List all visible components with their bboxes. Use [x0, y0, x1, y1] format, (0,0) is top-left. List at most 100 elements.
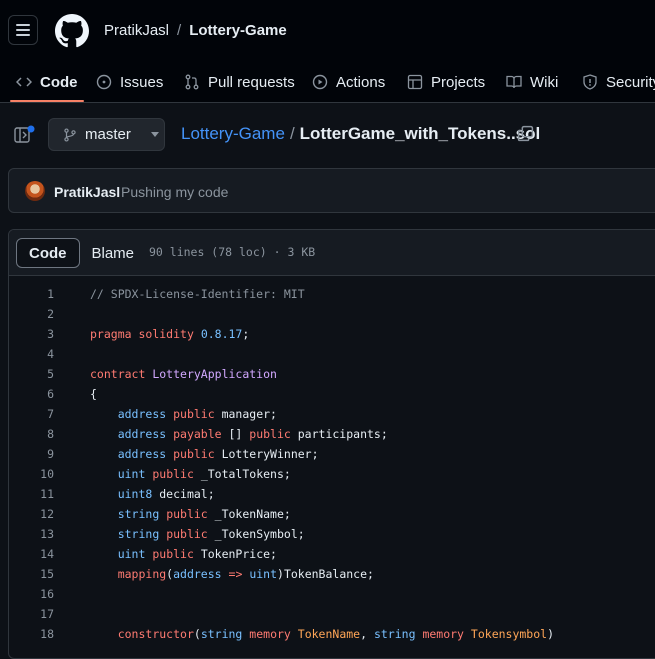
hamburger-icon-bar	[16, 34, 30, 36]
chevron-down-icon	[150, 132, 159, 137]
issue-opened-icon	[96, 74, 112, 90]
line-number[interactable]: 10	[40, 467, 54, 481]
owner-link[interactable]: PratikJasl	[104, 22, 169, 39]
line-number[interactable]: 9	[47, 447, 54, 461]
line-number[interactable]: 12	[40, 507, 54, 521]
code-line: 15 mapping(address => uint)TokenBalance;	[9, 564, 655, 584]
file-meta: 90 lines (78 loc) · 3 KB	[149, 245, 316, 259]
latest-commit-bar: PratikJasl Pushing my code	[8, 168, 655, 213]
book-icon	[506, 75, 522, 89]
line-number[interactable]: 14	[40, 547, 54, 561]
code-line: 3 pragma solidity 0.8.17;	[9, 324, 655, 344]
code-viewer-header: Code Blame 90 lines (78 loc) · 3 KB	[9, 230, 655, 276]
line-code: contract LotteryApplication	[90, 367, 277, 381]
line-code: uint public _TotalTokens;	[117, 467, 291, 481]
tab-label: Wiki	[530, 73, 559, 91]
line-code: {	[90, 387, 97, 401]
line-number[interactable]: 2	[47, 307, 54, 321]
tab-label: Code	[40, 73, 78, 91]
line-number[interactable]: 11	[40, 487, 54, 501]
code-line: 13 string public _TokenSymbol;	[9, 524, 655, 544]
line-number[interactable]: 8	[47, 427, 54, 441]
code-line: 18 constructor(string memory TokenName, …	[9, 624, 655, 644]
line-number[interactable]: 6	[47, 387, 54, 401]
path-separator: /	[289, 124, 295, 143]
branch-name: master	[85, 126, 131, 143]
repo-link[interactable]: Lottery-Game	[189, 22, 287, 39]
tab-pull-requests[interactable]: Pull requests	[184, 62, 295, 102]
line-number[interactable]: 4	[47, 347, 54, 361]
repo-breadcrumb: PratikJasl / Lottery-Game	[104, 22, 287, 39]
breadcrumb-separator: /	[177, 22, 182, 39]
code-icon	[16, 77, 32, 87]
repo-nav: Code Issues Pull requests Actions Projec…	[0, 62, 655, 103]
blame-view-button[interactable]: Blame	[80, 238, 147, 268]
table-icon	[407, 74, 423, 90]
line-code: mapping(address => uint)TokenBalance;	[117, 567, 374, 581]
branch-selector-button[interactable]: master	[48, 118, 165, 151]
github-logo-icon[interactable]	[55, 14, 89, 48]
line-code: string public _TokenName;	[117, 507, 291, 521]
code-line: 12 string public _TokenName;	[9, 504, 655, 524]
menu-button[interactable]	[8, 15, 38, 45]
hamburger-icon-bar	[16, 24, 30, 26]
tab-projects[interactable]: Projects	[407, 62, 485, 102]
code-line: 7 address public manager;	[9, 404, 655, 424]
git-branch-icon	[64, 127, 76, 142]
code-line: 14 uint public TokenPrice;	[9, 544, 655, 564]
code-line: 16	[9, 584, 655, 604]
tab-issues[interactable]: Issues	[96, 62, 163, 102]
view-toggle: Code Blame	[16, 238, 146, 268]
repo-root-link[interactable]: Lottery-Game	[181, 124, 285, 143]
line-code: uint8 decimal;	[117, 487, 215, 501]
code-lines: 1 // SPDX-License-Identifier: MIT 2 3 pragma…	[9, 284, 655, 644]
line-code: address payable [] public participants;	[117, 427, 388, 441]
code-view-button[interactable]: Code	[16, 238, 80, 268]
avatar[interactable]	[25, 181, 45, 201]
tab-label: Projects	[431, 73, 486, 91]
commit-author[interactable]: PratikJasl	[54, 184, 120, 200]
code-line: 1 // SPDX-License-Identifier: MIT	[9, 284, 655, 304]
tab-wiki[interactable]: Wiki	[506, 62, 558, 102]
line-number[interactable]: 1	[47, 287, 54, 301]
hamburger-icon-bar	[16, 29, 30, 31]
line-code: address public manager;	[117, 407, 277, 421]
line-number[interactable]: 17	[40, 607, 54, 621]
tab-label: Pull requests	[208, 73, 295, 91]
line-number[interactable]: 3	[47, 327, 54, 341]
copy-icon[interactable]	[517, 125, 534, 142]
line-code: uint public TokenPrice;	[117, 547, 277, 561]
code-line: 11 uint8 decimal;	[9, 484, 655, 504]
line-number[interactable]: 7	[47, 407, 54, 421]
tab-label: Issues	[120, 73, 164, 91]
line-code: constructor(string memory TokenName, str…	[117, 627, 555, 641]
line-code: pragma solidity 0.8.17;	[90, 327, 250, 341]
code-line: 2	[9, 304, 655, 324]
code-line: 8 address payable [] public participants…	[9, 424, 655, 444]
file-name: LotterGame_with_Tokens..sol	[299, 124, 541, 143]
git-pull-request-icon	[185, 74, 199, 90]
global-header: PratikJasl / Lottery-Game	[0, 0, 655, 62]
code-line: 17	[9, 604, 655, 624]
line-number[interactable]: 18	[40, 627, 54, 641]
tab-actions[interactable]: Actions	[312, 62, 385, 102]
code-line: 5 contract LotteryApplication	[9, 364, 655, 384]
code-viewer: Code Blame 90 lines (78 loc) · 3 KB 1 // …	[8, 229, 655, 659]
sidebar-expand-icon[interactable]	[14, 125, 36, 145]
commit-message[interactable]: Pushing my code	[121, 184, 228, 200]
code-line: 4	[9, 344, 655, 364]
line-number[interactable]: 5	[47, 367, 54, 381]
line-code: string public _TokenSymbol;	[117, 527, 305, 541]
code-line: 10 uint public _TotalTokens;	[9, 464, 655, 484]
line-code: address public LotteryWinner;	[117, 447, 319, 461]
line-number[interactable]: 15	[40, 567, 54, 581]
code-line: 9 address public LotteryWinner;	[9, 444, 655, 464]
file-path-breadcrumb: Lottery-Game / LotterGame_with_Tokens..sol	[181, 124, 540, 144]
line-code: // SPDX-License-Identifier: MIT	[90, 287, 305, 301]
tab-label: Security	[606, 73, 655, 91]
line-number[interactable]: 13	[40, 527, 54, 541]
play-icon	[312, 74, 328, 90]
line-number[interactable]: 16	[40, 587, 54, 601]
tab-code[interactable]: Code	[10, 62, 83, 102]
tab-security[interactable]: Security	[582, 62, 655, 102]
